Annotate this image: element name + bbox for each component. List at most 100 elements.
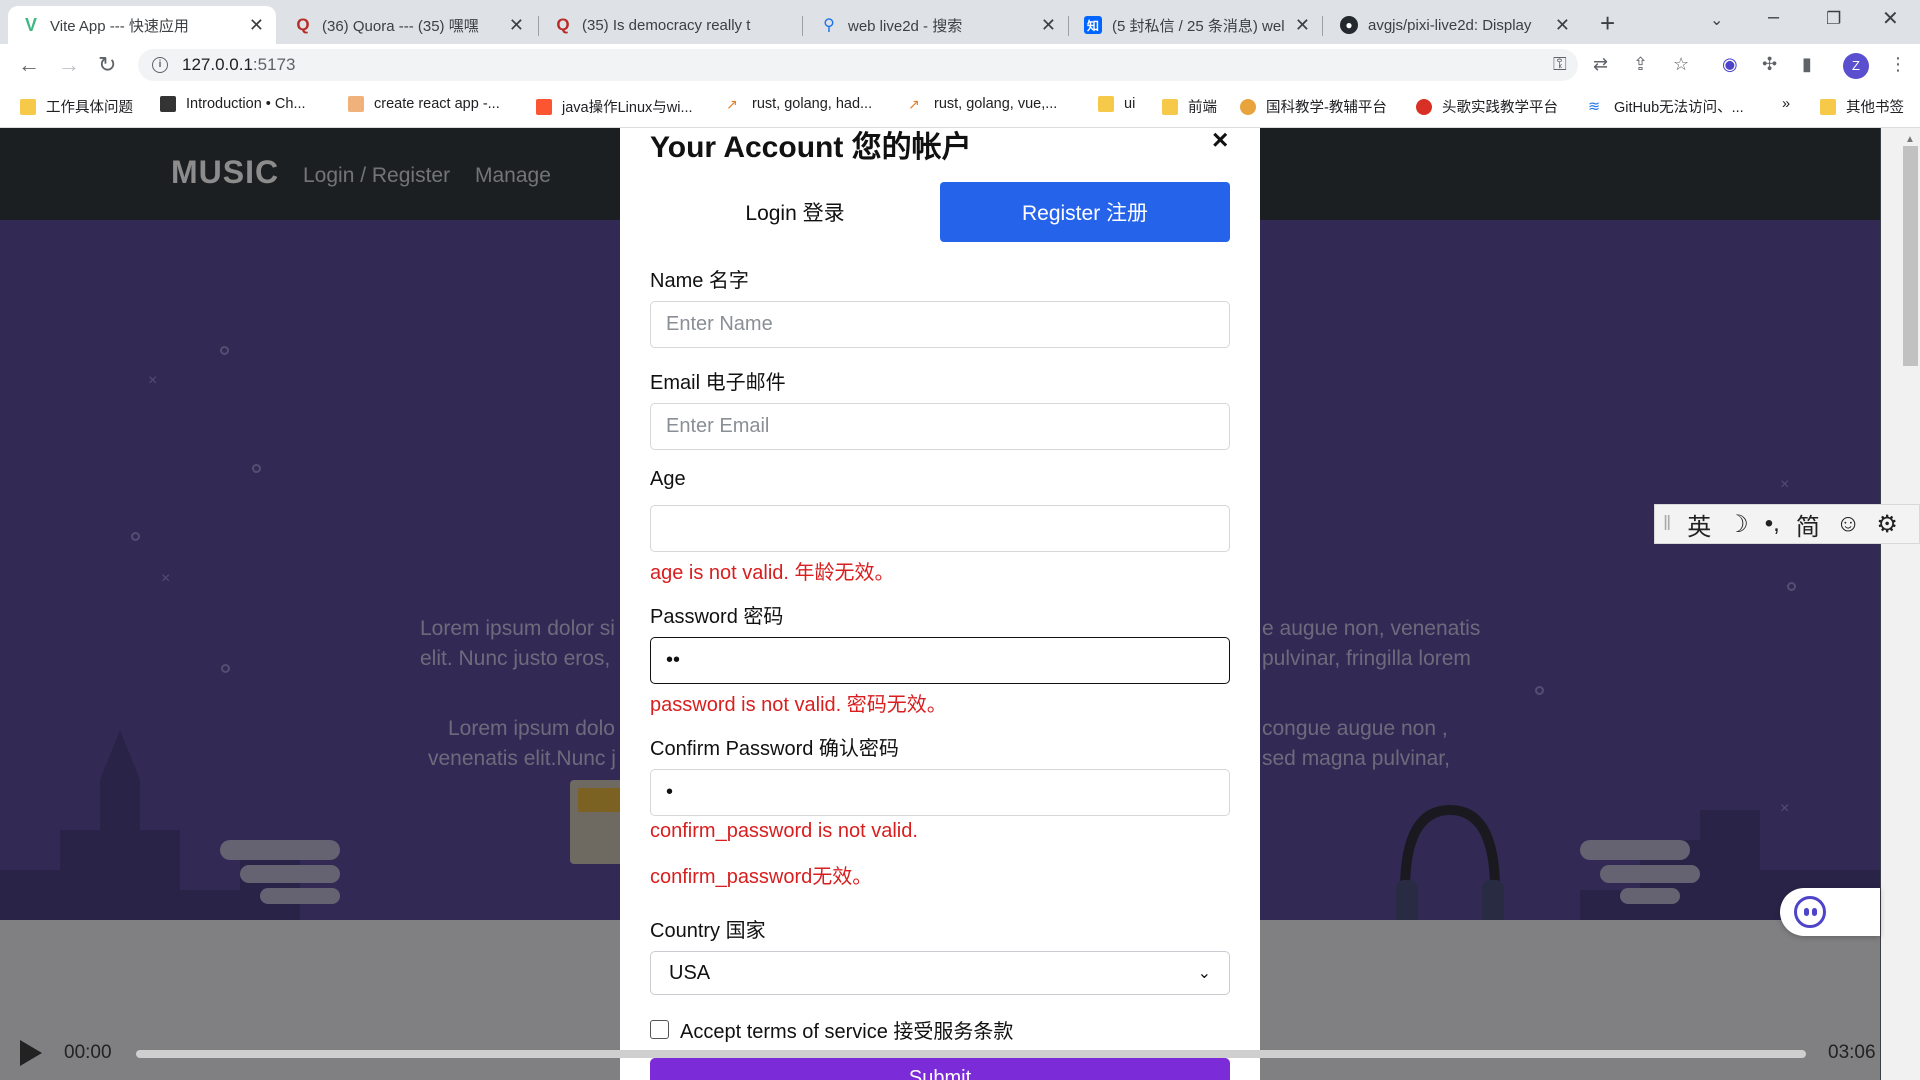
quora-icon: Q xyxy=(556,15,570,34)
playback-progress-bar[interactable] xyxy=(136,1050,1806,1058)
country-select[interactable]: USA ⌄ xyxy=(650,951,1230,995)
extension-face-icon[interactable]: ◉ xyxy=(1722,54,1738,75)
bookmark-item[interactable]: 头歌实践教学平台 xyxy=(1416,96,1558,117)
ime-toolbar: ‖ 英 ☽ •, 简 ☺ ⚙ xyxy=(1654,504,1920,544)
tab-zhihu[interactable]: 知 (5 封私信 / 25 条消息) wel ✕ xyxy=(1070,6,1322,44)
name-label: Name 名字 xyxy=(650,270,749,292)
profile-avatar[interactable]: Z xyxy=(1843,53,1869,79)
terms-checkbox[interactable] xyxy=(650,1020,669,1039)
tab-title: (5 封私信 / 25 条消息) wel xyxy=(1112,17,1285,35)
bookmark-item[interactable]: create react app -... xyxy=(348,96,500,112)
page-viewport: MUSIC Login / Register Manage × × × × Lo… xyxy=(0,128,1881,1080)
vite-icon: V xyxy=(24,14,37,35)
total-time: 03:06 xyxy=(1828,1042,1876,1063)
tab-vite-app[interactable]: V Vite App --- 快速应用 ✕ xyxy=(8,6,276,44)
tab-github[interactable]: ● avgjs/pixi-live2d: Display ✕ xyxy=(1326,6,1582,44)
bookmark-item[interactable]: 前端 xyxy=(1162,96,1217,117)
bookmarks-bar: 工作具体问题 Introduction • Ch... create react… xyxy=(0,86,1920,128)
tab-web-live2d[interactable]: ⚲ web live2d - 搜索 ✕ xyxy=(806,6,1068,44)
account-modal: Your Account 您的帐户 × Login 登录 Register 注册… xyxy=(620,128,1260,1080)
bookmark-item[interactable]: 其他书签 xyxy=(1820,96,1904,117)
modal-title: Your Account 您的帐户 xyxy=(650,131,972,164)
minimize-icon[interactable]: – xyxy=(1768,6,1779,29)
restore-icon[interactable]: ❐ xyxy=(1826,9,1841,29)
bookmark-item[interactable]: 国科教学-教辅平台 xyxy=(1240,96,1387,117)
country-selected-value: USA xyxy=(669,961,711,984)
bookmark-item[interactable]: ui xyxy=(1098,96,1135,112)
close-window-icon[interactable]: ✕ xyxy=(1882,6,1899,31)
floating-assistant-button[interactable] xyxy=(1780,888,1880,936)
bookmark-icon: ≋ xyxy=(1588,98,1601,115)
name-input[interactable] xyxy=(650,301,1230,348)
tab-login[interactable]: Login 登录 xyxy=(650,182,940,242)
email-input[interactable] xyxy=(650,403,1230,450)
close-tab-icon[interactable]: ✕ xyxy=(1041,16,1056,34)
scroll-thumb[interactable] xyxy=(1903,146,1918,366)
side-panel-icon[interactable]: ▮ xyxy=(1802,54,1812,75)
ime-simplified-toggle[interactable]: 简 xyxy=(1796,507,1820,542)
tab-title: web live2d - 搜索 xyxy=(848,17,963,35)
close-tab-icon[interactable]: ✕ xyxy=(1295,16,1310,34)
confirm-password-error: confirm_password is not valid. xyxy=(650,820,918,842)
new-tab-plus-icon[interactable]: + xyxy=(1600,8,1615,39)
scroll-up-arrow-icon[interactable]: ▲ xyxy=(1905,134,1915,145)
tab-separator xyxy=(1068,16,1069,36)
folder-icon xyxy=(1162,98,1178,115)
bookmark-item[interactable]: Introduction • Ch... xyxy=(160,96,306,112)
tab-quora-1[interactable]: Q (36) Quora --- (35) 嘿嘿 ✕ xyxy=(280,6,536,44)
tab-separator xyxy=(1322,16,1323,36)
ime-punctuation-toggle[interactable]: •, xyxy=(1765,510,1780,538)
tab-quora-2[interactable]: Q (35) Is democracy really t xyxy=(540,6,802,44)
close-tab-icon[interactable]: ✕ xyxy=(1555,16,1570,34)
bookmark-item[interactable]: java操作Linux与wi... xyxy=(536,96,693,117)
gear-icon[interactable]: ⚙ xyxy=(1876,510,1898,539)
bookmark-item[interactable]: ≋ GitHub无法访问、... xyxy=(1588,96,1744,117)
submit-button[interactable]: Submit xyxy=(650,1058,1230,1080)
emoji-icon[interactable]: ☺ xyxy=(1836,510,1861,538)
age-input[interactable] xyxy=(650,505,1230,552)
github-icon: ● xyxy=(1340,16,1358,34)
moon-icon[interactable]: ☽ xyxy=(1727,510,1749,539)
translate-icon[interactable]: ⇄ xyxy=(1593,54,1608,75)
address-toolbar: ← → ↻ i 127.0.0.1:5173 ⚿ ⇄ ⇪ ☆ ◉ ✣ ▮ Z ⋮ xyxy=(0,44,1920,86)
close-tab-icon[interactable]: ✕ xyxy=(509,16,524,34)
extensions-puzzle-icon[interactable]: ✣ xyxy=(1762,54,1777,75)
tab-search-chevron-icon[interactable]: ⌄ xyxy=(1710,10,1723,30)
quora-icon: Q xyxy=(296,15,310,34)
window-scrollbar[interactable]: ▲ xyxy=(1881,128,1920,1080)
back-arrow-icon[interactable]: ← xyxy=(18,52,40,78)
tab-title: Vite App --- 快速应用 xyxy=(50,17,189,35)
url-text: 127.0.0.1:5173 xyxy=(182,55,296,74)
reload-icon[interactable]: ↻ xyxy=(98,52,116,78)
play-icon[interactable] xyxy=(20,1040,42,1066)
bookmark-item[interactable]: ↗ rust, golang, had... xyxy=(726,96,872,112)
current-time: 00:00 xyxy=(64,1042,112,1063)
ime-language-toggle[interactable]: 英 xyxy=(1687,507,1711,542)
chevron-down-icon: ⌄ xyxy=(1197,965,1211,982)
tab-register[interactable]: Register 注册 xyxy=(940,182,1230,242)
folder-icon xyxy=(1098,96,1114,112)
more-bookmarks-chevron[interactable]: » xyxy=(1782,96,1790,112)
trend-icon: ↗ xyxy=(726,96,738,112)
share-icon[interactable]: ⇪ xyxy=(1633,54,1648,75)
tab-title: avgjs/pixi-live2d: Display xyxy=(1368,16,1532,34)
folder-icon xyxy=(20,98,36,115)
close-tab-icon[interactable]: ✕ xyxy=(249,16,264,34)
address-bar[interactable]: i 127.0.0.1:5173 xyxy=(138,49,1578,81)
tab-title: (36) Quora --- (35) 嘿嘿 xyxy=(322,17,479,35)
ime-drag-handle[interactable]: ‖ xyxy=(1663,513,1671,536)
bookmark-item[interactable]: 工作具体问题 xyxy=(20,96,133,117)
bookmark-icon xyxy=(1416,98,1432,115)
site-info-icon[interactable]: i xyxy=(152,57,168,73)
key-icon[interactable]: ⚿ xyxy=(1553,54,1567,75)
forward-arrow-icon[interactable]: → xyxy=(58,52,80,78)
close-icon[interactable]: × xyxy=(1212,128,1228,156)
search-icon: ⚲ xyxy=(823,17,835,34)
confirm-password-input[interactable]: • xyxy=(650,769,1230,816)
bookmark-icon xyxy=(1240,98,1256,115)
bookmark-star-icon[interactable]: ☆ xyxy=(1673,54,1689,75)
bookmark-item[interactable]: ↗ rust, golang, vue,... xyxy=(908,96,1057,112)
menu-kebab-icon[interactable]: ⋮ xyxy=(1889,54,1907,75)
password-input[interactable]: •• xyxy=(650,637,1230,684)
terms-row[interactable]: Accept terms of service 接受服务条款 xyxy=(650,1015,1013,1044)
